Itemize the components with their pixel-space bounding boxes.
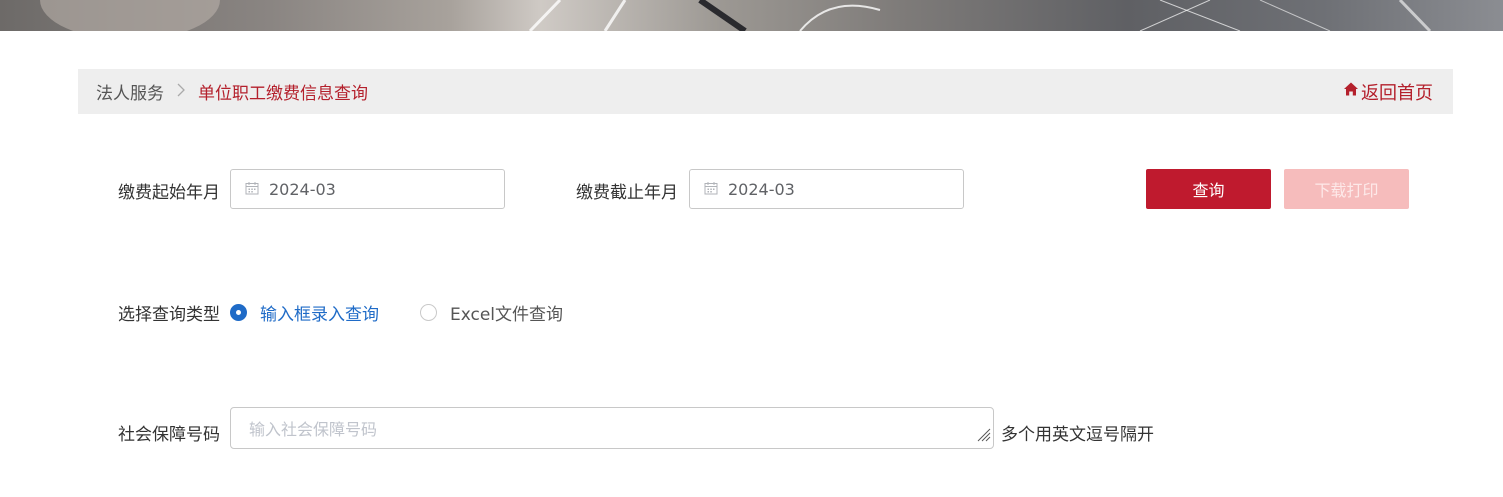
end-month-value: 2024-03	[728, 179, 795, 199]
header-banner	[0, 0, 1503, 31]
end-month-input[interactable]: 2024-03	[689, 169, 964, 209]
radio-input-query-label: 输入框录入查询	[260, 305, 379, 325]
calendar-icon	[245, 180, 269, 199]
radio-unchecked-icon	[420, 304, 437, 321]
radio-excel-query[interactable]: Excel文件查询	[420, 300, 563, 325]
radio-excel-query-label: Excel文件查询	[450, 305, 564, 325]
radio-input-query[interactable]: 输入框录入查询	[230, 300, 379, 325]
breadcrumb-current: 单位职工缴费信息查询	[198, 84, 368, 104]
home-link[interactable]: 返回首页	[1343, 69, 1433, 114]
query-button[interactable]: 查询	[1146, 169, 1271, 209]
start-month-value: 2024-03	[269, 179, 336, 199]
radio-checked-icon	[230, 304, 247, 321]
home-icon	[1343, 81, 1361, 102]
home-link-label: 返回首页	[1361, 82, 1433, 104]
download-print-button[interactable]: 下载打印	[1284, 169, 1409, 209]
start-month-input[interactable]: 2024-03	[230, 169, 505, 209]
ssn-label: 社会保障号码	[118, 425, 220, 445]
breadcrumb-root[interactable]: 法人服务	[96, 79, 164, 104]
chevron-right-icon	[176, 82, 186, 101]
start-month-label: 缴费起始年月	[118, 183, 220, 203]
breadcrumb: 法人服务 单位职工缴费信息查询 返回首页	[78, 69, 1453, 114]
ssn-textarea[interactable]: 输入社会保障号码	[230, 407, 994, 449]
query-type-label: 选择查询类型	[118, 305, 220, 325]
banner-decoration	[40, 0, 1432, 31]
ssn-hint: 多个用英文逗号隔开	[1001, 425, 1154, 445]
resize-handle-icon[interactable]	[975, 426, 991, 446]
end-month-label: 缴费截止年月	[576, 183, 678, 203]
calendar-icon	[704, 180, 728, 199]
ssn-placeholder: 输入社会保障号码	[249, 420, 378, 439]
